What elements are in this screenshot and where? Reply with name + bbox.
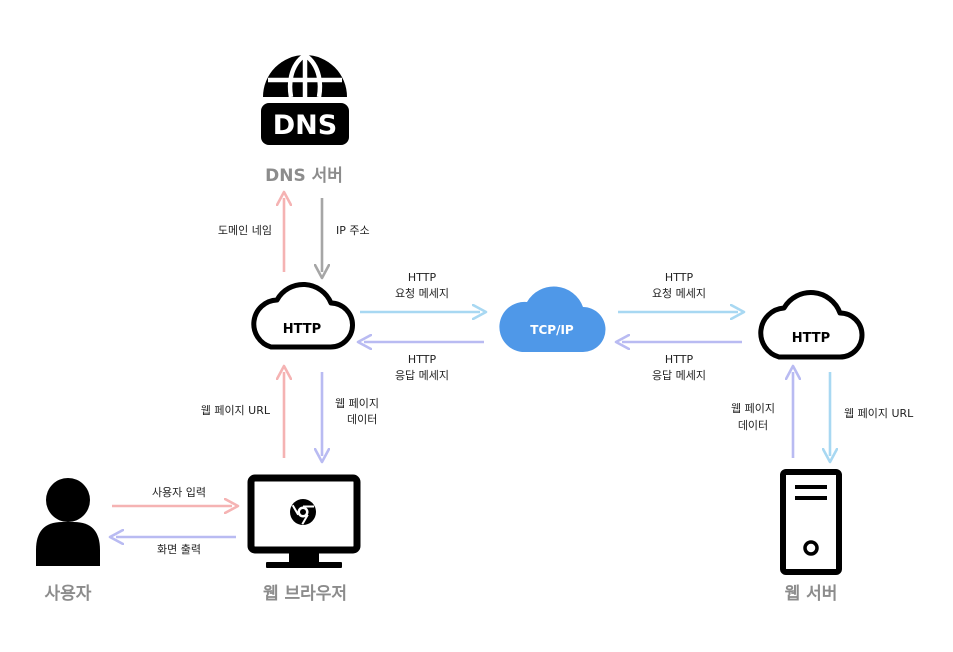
web-browser-label: 웹 브라우저 bbox=[263, 584, 347, 604]
user-label: 사용자 bbox=[45, 584, 92, 604]
webpage-url-right-label: 웹 페이지 URL bbox=[844, 407, 914, 420]
screen-output-label: 화면 출력 bbox=[157, 543, 201, 556]
user-icon bbox=[36, 478, 100, 566]
http-request-server-line1: HTTP bbox=[665, 271, 694, 284]
webpage-data-right-line2: 데이터 bbox=[738, 419, 768, 432]
web-server-tower-icon bbox=[780, 469, 842, 575]
ip-address-label: IP 주소 bbox=[336, 224, 370, 237]
client-http-cloud-icon: HTTP bbox=[251, 281, 355, 350]
domain-name-label: 도메인 네임 bbox=[218, 224, 272, 237]
web-browser-monitor-icon bbox=[247, 474, 361, 568]
webpage-data-right-line1: 웹 페이지 bbox=[731, 402, 775, 415]
dns-server-label: DNS 서버 bbox=[265, 166, 343, 186]
http-response-server-line1: HTTP bbox=[665, 353, 694, 366]
http-request-server-line2: 요청 메세지 bbox=[652, 287, 706, 300]
tcpip-cloud-icon: TCP/IP bbox=[499, 286, 606, 352]
dns-server-icon: DNS bbox=[261, 53, 349, 145]
http-response-client-line2: 응답 메세지 bbox=[395, 369, 449, 382]
http-response-client-line1: HTTP bbox=[408, 353, 437, 366]
server-http-cloud-icon: HTTP bbox=[758, 290, 865, 360]
http-request-client-line1: HTTP bbox=[408, 271, 437, 284]
http-response-server-line2: 응답 메세지 bbox=[652, 369, 706, 382]
dns-icon-text: DNS bbox=[273, 110, 337, 141]
web-server-label: 웹 서버 bbox=[785, 584, 838, 604]
tcpip-label: TCP/IP bbox=[530, 323, 574, 337]
chrome-logo-icon bbox=[290, 499, 316, 525]
webpage-data-left-line2: 데이터 bbox=[347, 413, 377, 426]
server-http-label: HTTP bbox=[792, 331, 830, 346]
client-http-label: HTTP bbox=[283, 322, 321, 337]
http-request-client-line2: 요청 메세지 bbox=[395, 287, 449, 300]
web-request-flow-diagram: DNS DNS 서버 도메인 네임 IP 주소 HTTP HTTP 요청 메세지… bbox=[36, 53, 914, 604]
webpage-data-left-line1: 웹 페이지 bbox=[335, 397, 379, 410]
webpage-url-left-label: 웹 페이지 URL bbox=[201, 404, 271, 417]
user-input-label: 사용자 입력 bbox=[152, 486, 206, 499]
